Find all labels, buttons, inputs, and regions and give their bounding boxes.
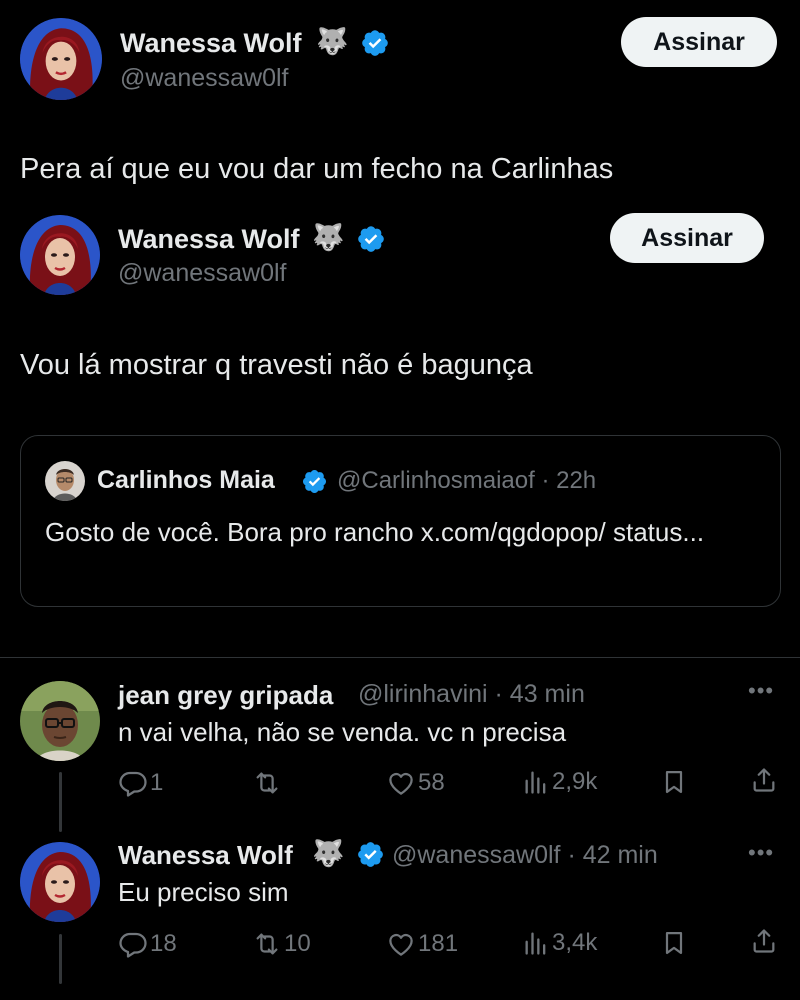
reply: Wanessa Wolf 🐺 @wanessaw0lf · 42 min •••…: [0, 0, 800, 984]
view-count: 2,9k: [552, 768, 598, 795]
reply-icon: [118, 768, 148, 798]
share-button[interactable]: [750, 766, 778, 794]
author-handle[interactable]: @wanessaw0lf: [118, 259, 287, 288]
divider: [0, 657, 800, 658]
retweet-icon: [252, 768, 282, 798]
reply-author-name[interactable]: jean grey gripada: [118, 680, 333, 711]
bookmark-button[interactable]: [660, 768, 688, 796]
views-icon: [522, 929, 550, 957]
quote-author-name: Carlinhos Maia: [97, 466, 275, 494]
views-button[interactable]: 2,9k: [522, 768, 597, 796]
more-icon[interactable]: •••: [748, 840, 774, 866]
wolf-emoji: 🐺: [312, 838, 345, 868]
reply-icon: [118, 929, 148, 959]
views-icon: [522, 768, 550, 796]
wolf-emoji: 🐺: [312, 222, 345, 252]
avatar[interactable]: [20, 842, 100, 922]
main-post: Wanessa Wolf 🐺 @wanessaw0lf Assinar Pera…: [0, 0, 800, 200]
verified-badge-icon: [360, 28, 390, 63]
like-count: 181: [418, 930, 459, 957]
heart-icon: [386, 929, 416, 959]
verified-badge-icon: [356, 840, 385, 874]
bookmark-icon: [660, 929, 688, 957]
reply-button[interactable]: 18: [118, 929, 177, 959]
share-button[interactable]: [750, 927, 778, 955]
retweet-button[interactable]: 10: [252, 929, 311, 959]
verified-badge-icon: [356, 224, 386, 259]
like-button[interactable]: 58: [386, 768, 445, 798]
share-icon: [750, 927, 778, 955]
wolf-emoji: 🐺: [316, 26, 349, 56]
avatar[interactable]: [20, 215, 100, 295]
bookmark-button[interactable]: [660, 929, 688, 957]
quote-text: Gosto de você. Bora pro rancho x.com/qgd…: [45, 517, 705, 547]
like-count: 58: [418, 769, 445, 796]
quote-meta: @Carlinhosmaiaof · 22h: [337, 467, 597, 494]
reply-meta: @wanessaw0lf · 42 min: [392, 841, 658, 869]
follow-button[interactable]: Assinar: [621, 17, 777, 67]
reply-meta: @lirinhavini · 43 min: [358, 680, 585, 708]
post-text: Pera aí que eu vou dar um fecho na Carli…: [20, 153, 614, 185]
reply-count: 18: [150, 930, 177, 957]
like-button[interactable]: 181: [386, 929, 458, 959]
reply-button[interactable]: 1: [118, 768, 163, 798]
reply-text: Eu preciso sim: [118, 877, 289, 907]
retweet-icon: [252, 929, 282, 959]
verified-badge-icon: [301, 468, 328, 500]
views-button[interactable]: 3,4k: [522, 929, 597, 957]
thread-line: [59, 934, 62, 984]
follow-button[interactable]: Assinar: [610, 213, 764, 263]
reply-text: n vai velha, não se venda. vc n precisa: [118, 717, 567, 747]
thread-line: [59, 772, 62, 832]
bookmark-icon: [660, 768, 688, 796]
avatar[interactable]: [20, 18, 102, 100]
retweet-count: 10: [284, 930, 311, 957]
reply-author-name[interactable]: Wanessa Wolf: [118, 840, 293, 871]
quote-card[interactable]: Carlinhos Maia @Carlinhosmaiaof · 22h Go…: [20, 435, 781, 607]
reply-count: 1: [150, 769, 164, 796]
post-text: Vou lá mostrar q travesti não é bagunça: [20, 349, 533, 381]
author-handle[interactable]: @wanessaw0lf: [120, 64, 289, 93]
heart-icon: [386, 768, 416, 798]
avatar: [45, 461, 85, 501]
view-count: 3,4k: [552, 929, 598, 956]
avatar[interactable]: [20, 681, 100, 761]
author-name[interactable]: Wanessa Wolf: [120, 28, 302, 59]
more-icon[interactable]: •••: [748, 678, 774, 704]
share-icon: [750, 766, 778, 794]
retweet-button[interactable]: [252, 768, 284, 798]
author-name[interactable]: Wanessa Wolf: [118, 224, 300, 255]
